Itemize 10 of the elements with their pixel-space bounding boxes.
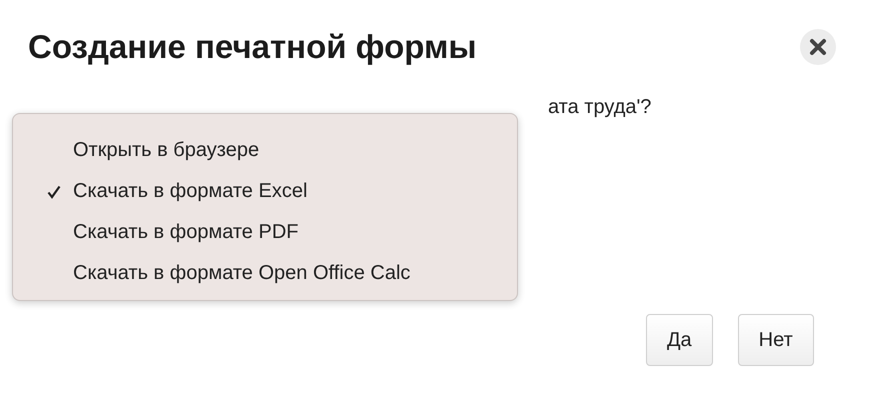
close-button[interactable] <box>800 29 836 65</box>
menu-item[interactable]: Скачать в формате Excel <box>73 180 308 203</box>
menu-item[interactable]: Скачать в формате PDF <box>73 221 298 244</box>
dialog-button[interactable]: Нет <box>738 314 814 366</box>
menu-item[interactable]: Скачать в формате Open Office Calc <box>73 262 410 285</box>
dialog-button[interactable]: Да <box>646 314 713 366</box>
close-icon <box>809 38 827 56</box>
question-text: ата труда'? <box>548 96 652 119</box>
dialog-title: Создание печатной формы <box>28 28 477 66</box>
menu-item[interactable]: Открыть в браузере <box>73 139 260 162</box>
